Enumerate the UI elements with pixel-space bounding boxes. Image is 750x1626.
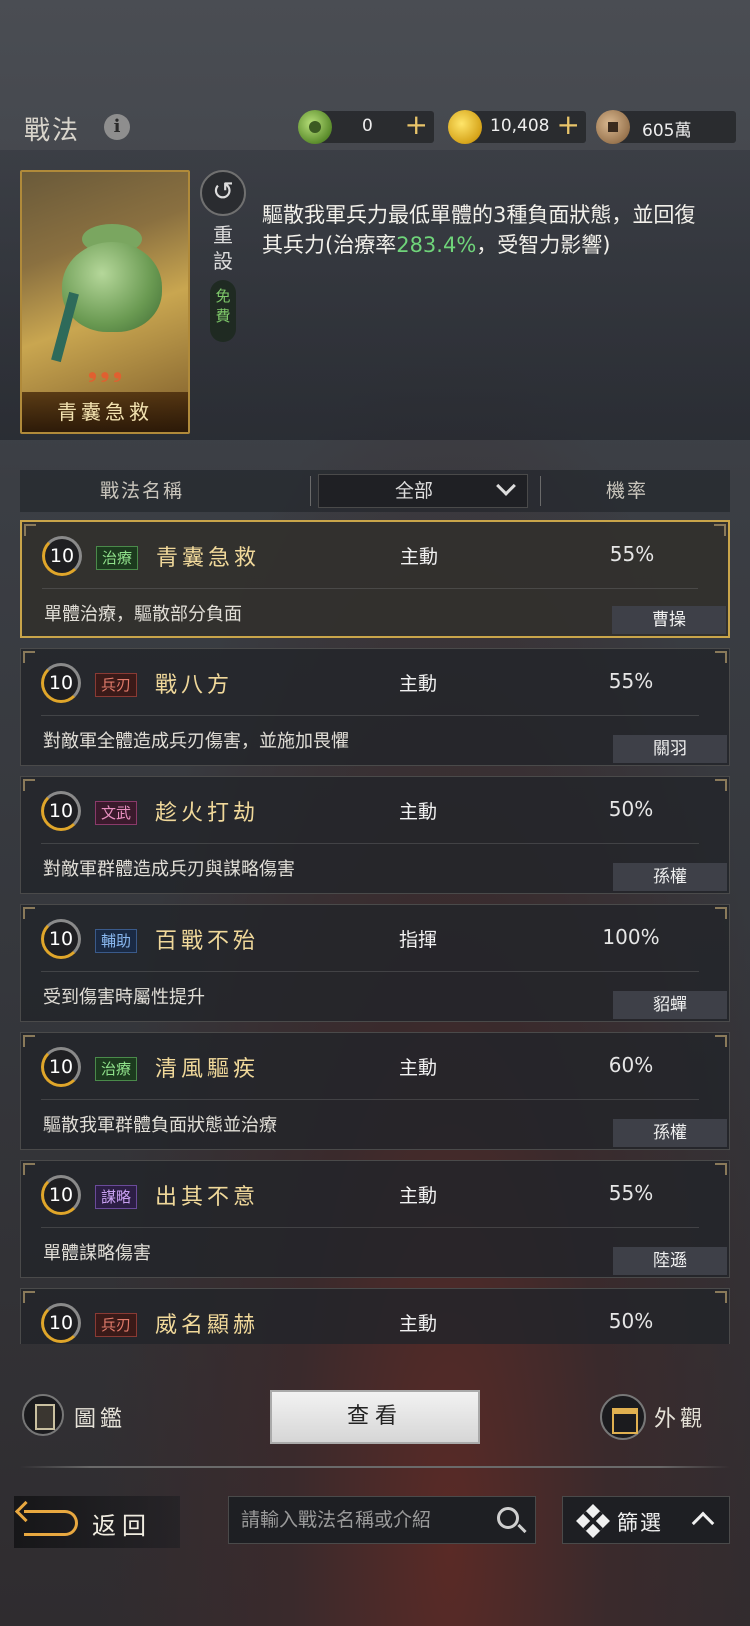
filter-label: 篩選 <box>617 1511 663 1535</box>
skill-rate: 50% <box>608 1309 654 1333</box>
skill-hero-badge: 貂蟬 <box>613 991 727 1019</box>
view-button[interactable]: 查看 <box>270 1390 480 1444</box>
currency-copper-value: 605萬 <box>642 121 692 141</box>
skill-type: 主動 <box>399 801 438 823</box>
chevron-up-icon[interactable] <box>691 1511 715 1535</box>
skill-hero-badge: 曹操 <box>612 606 726 634</box>
skill-name: 戰八方 <box>155 673 234 698</box>
currency-copper: 605萬 <box>596 110 736 144</box>
skill-level-badge: 10 <box>41 1175 81 1215</box>
skill-hero-badge: 孫權 <box>613 863 727 891</box>
column-skill-name: 戰法名稱 <box>100 480 185 502</box>
skill-category-tag: 兵刃 <box>95 1313 138 1337</box>
search-icon[interactable] <box>497 1507 519 1529</box>
skill-type: 主動 <box>399 673 438 695</box>
skill-type: 主動 <box>399 1313 438 1335</box>
skill-rate: 55% <box>608 1181 654 1205</box>
skill-name: 出其不意 <box>155 1185 260 1210</box>
skill-category-tag: 治療 <box>95 1057 138 1081</box>
skill-category-tag: 治療 <box>96 546 139 570</box>
atlas-icon[interactable] <box>22 1394 64 1436</box>
skill-name: 清風驅疾 <box>155 1057 260 1082</box>
heal-rate-value: 283.4% <box>396 233 477 257</box>
page-title: 戰法 <box>24 116 81 146</box>
skill-type: 主動 <box>399 1057 438 1079</box>
skill-level-badge: 10 <box>41 663 81 703</box>
skill-level-badge: 10 <box>42 536 82 576</box>
category-filter-value: 全部 <box>395 480 434 502</box>
currency-gold-value: 10,408 <box>490 116 550 136</box>
reset-icon[interactable]: ↺ <box>200 170 246 216</box>
skill-summary: 單體治療，驅散部分負面 <box>44 604 242 625</box>
filter-icon <box>576 1504 610 1538</box>
skill-summary: 驅散我軍群體負面狀態並治療 <box>43 1115 277 1136</box>
skill-name: 百戰不殆 <box>155 929 260 954</box>
skill-summary: 單體謀略傷害 <box>43 1243 151 1264</box>
skill-category-tag: 謀略 <box>95 1185 138 1209</box>
skill-card: ❟❟❟ 青囊急救 <box>20 170 190 434</box>
currency-jade: 0 + <box>298 109 434 144</box>
jade-coin-icon <box>298 110 332 144</box>
atlas-button-label[interactable]: 圖鑑 <box>74 1401 126 1433</box>
free-badge: 免費 <box>210 280 236 342</box>
skill-type: 指揮 <box>399 929 438 951</box>
skill-summary: 對敵軍群體造成兵刃與謀略傷害 <box>43 859 295 880</box>
rarity-stars-icon: ❟❟❟ <box>88 358 126 383</box>
reset-button[interactable]: ↺ 重設 免費 <box>200 170 246 350</box>
skill-category-tag: 兵刃 <box>95 673 138 697</box>
currency-jade-value: 0 <box>362 116 373 136</box>
back-label: 返回 <box>92 1512 152 1540</box>
divider <box>20 1466 730 1468</box>
skill-name: 趁火打劫 <box>155 801 260 826</box>
appearance-button-label[interactable]: 外觀 <box>654 1401 706 1433</box>
currency-gold: 10,408 + <box>448 109 586 144</box>
skill-level-badge: 10 <box>41 791 81 831</box>
category-filter-dropdown[interactable]: 全部 <box>318 474 528 508</box>
skill-category-tag: 文武 <box>95 801 138 825</box>
search-input[interactable] <box>241 1503 481 1537</box>
skill-row[interactable]: 10 輔助 百戰不殆 指揮 100% 受到傷害時屬性提升 貂蟬 <box>20 904 730 1022</box>
skill-rate: 55% <box>609 542 655 566</box>
back-button[interactable]: 返回 <box>14 1496 180 1548</box>
appearance-icon[interactable] <box>600 1394 646 1440</box>
skill-name: 威名顯赫 <box>155 1313 260 1338</box>
skill-level-badge: 10 <box>41 1303 81 1343</box>
skill-level-badge: 10 <box>41 1047 81 1087</box>
skill-row[interactable]: 10 治療 清風驅疾 主動 60% 驅散我軍群體負面狀態並治療 孫權 <box>20 1032 730 1150</box>
skill-row[interactable]: 10 謀略 出其不意 主動 55% 單體謀略傷害 陸遜 <box>20 1160 730 1278</box>
column-rate: 機率 <box>606 480 649 502</box>
skill-rate: 100% <box>602 925 660 949</box>
gold-coin-icon <box>448 110 482 144</box>
search-box[interactable] <box>228 1496 536 1544</box>
skill-row[interactable]: 10 兵刃 戰八方 主動 55% 對敵軍全體造成兵刃傷害，並施加畏懼 關羽 <box>20 648 730 766</box>
filter-button[interactable]: 篩選 <box>562 1496 730 1544</box>
back-arrow-icon <box>24 1510 78 1536</box>
skill-hero-badge: 孫權 <box>613 1119 727 1147</box>
chevron-down-icon <box>496 476 516 496</box>
skill-row[interactable]: 10 文武 趁火打劫 主動 50% 對敵軍群體造成兵刃與謀略傷害 孫權 <box>20 776 730 894</box>
reset-label: 重設 <box>213 223 233 273</box>
add-gold-button[interactable]: + <box>557 109 580 141</box>
skill-rate: 55% <box>608 669 654 693</box>
skill-name: 青囊急救 <box>156 546 261 571</box>
copper-coin-icon <box>596 110 630 144</box>
skill-description: 驅散我軍兵力最低單體的3種負面狀態，並回復其兵力(治療率283.4%，受智力影響… <box>262 203 696 257</box>
skill-level-badge: 10 <box>41 919 81 959</box>
skill-rate: 50% <box>608 797 654 821</box>
skill-rate: 60% <box>608 1053 654 1077</box>
skill-row[interactable]: 10 兵刃 威名顯赫 主動 50% <box>20 1288 730 1344</box>
skill-card-name: 青囊急救 <box>22 392 188 432</box>
skill-category-tag: 輔助 <box>95 929 138 953</box>
skill-summary: 受到傷害時屬性提升 <box>43 987 205 1008</box>
info-icon[interactable]: i <box>104 114 130 140</box>
skill-summary: 對敵軍全體造成兵刃傷害，並施加畏懼 <box>43 731 349 752</box>
table-header: 戰法名稱 全部 機率 <box>20 470 730 512</box>
skill-list[interactable]: 10 治療 青囊急救 主動 55% 單體治療，驅散部分負面 曹操 10 兵刃 戰… <box>20 520 730 1344</box>
skill-hero-badge: 關羽 <box>613 735 727 763</box>
add-jade-button[interactable]: + <box>405 109 428 141</box>
skill-hero-badge: 陸遜 <box>613 1247 727 1275</box>
skill-type: 主動 <box>400 546 439 568</box>
skill-type: 主動 <box>399 1185 438 1207</box>
skill-row[interactable]: 10 治療 青囊急救 主動 55% 單體治療，驅散部分負面 曹操 <box>20 520 730 638</box>
